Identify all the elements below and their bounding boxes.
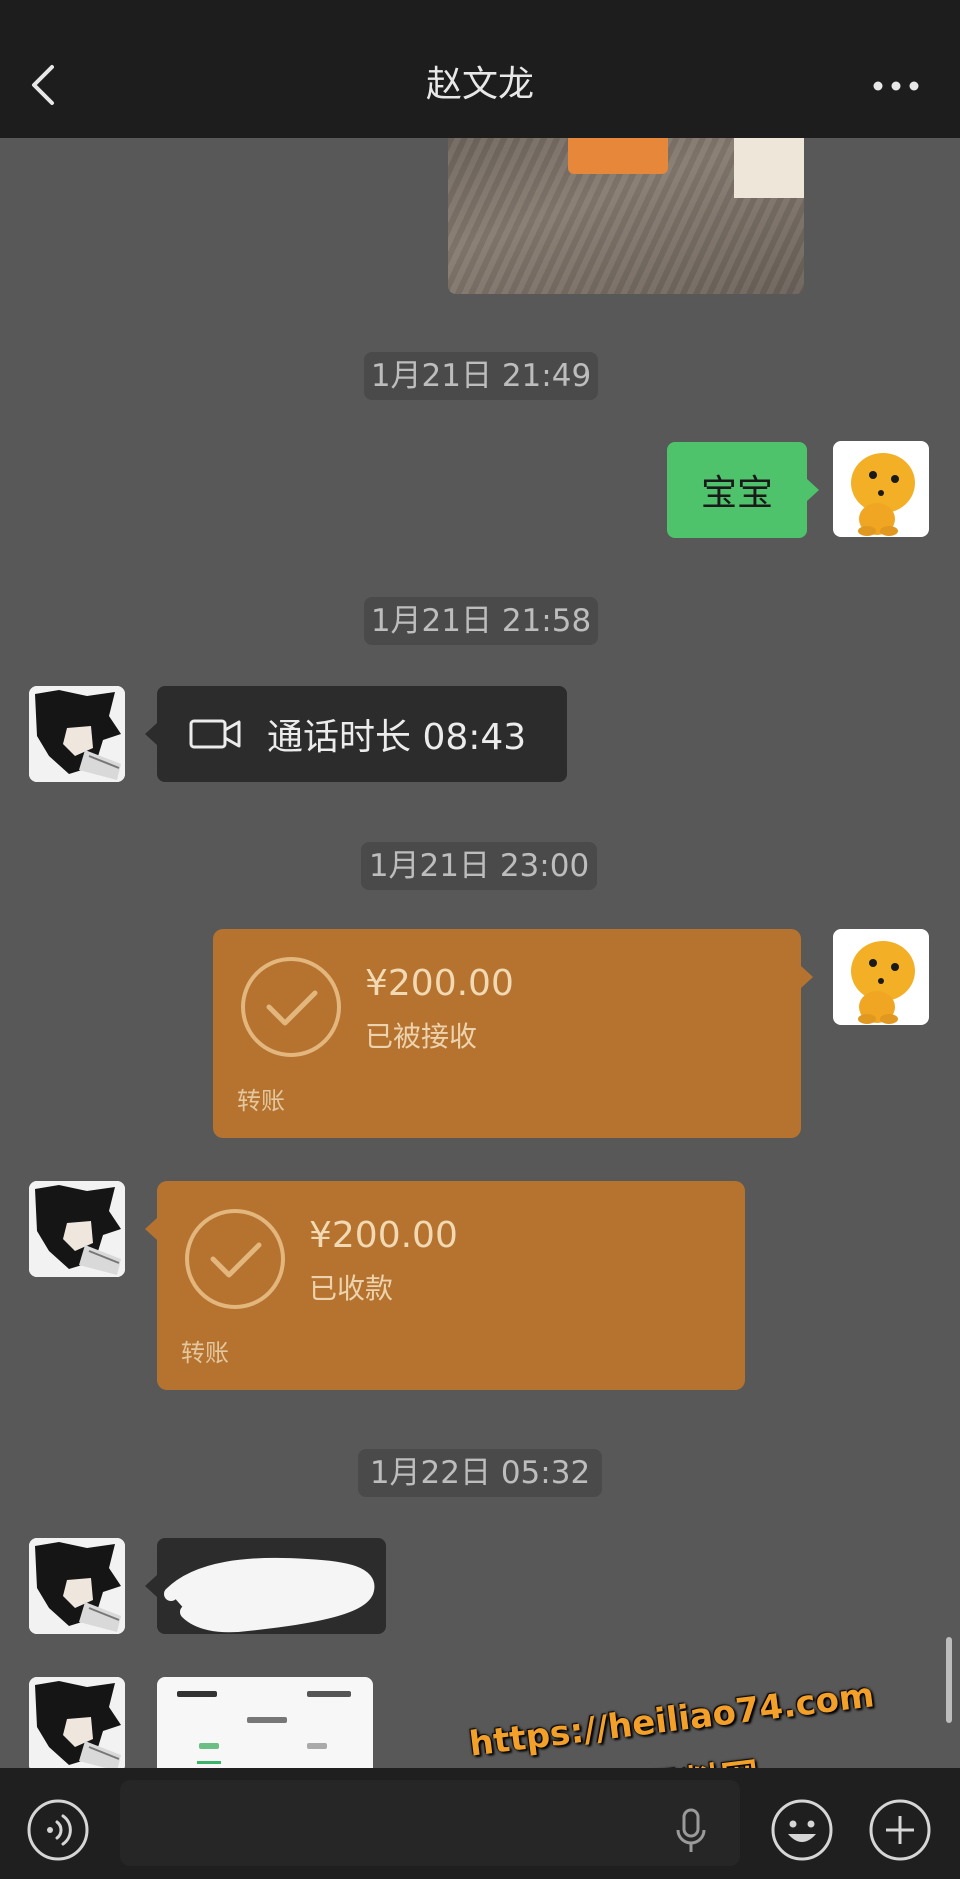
bubble-tail xyxy=(801,966,813,988)
anime-avatar-icon xyxy=(29,1538,125,1634)
thumb-signal xyxy=(307,1691,351,1697)
image-wall-detail xyxy=(734,138,804,198)
anime-avatar-icon xyxy=(29,686,125,782)
contact-avatar[interactable] xyxy=(29,686,125,782)
mascot-avatar-icon xyxy=(851,453,915,536)
watermark-url: https://heiliao74.com xyxy=(467,1675,877,1765)
more-dots-icon xyxy=(873,81,919,91)
plus-button[interactable] xyxy=(868,1798,932,1862)
image-object-detail xyxy=(568,138,668,174)
chat-title: 赵文龙 xyxy=(425,64,534,105)
transfer-amount: ¥200.00 xyxy=(309,1215,458,1256)
check-circle-icon xyxy=(185,1209,285,1309)
bubble-tail xyxy=(807,479,819,501)
transfer-label: 转账 xyxy=(181,1339,229,1367)
transfer-status: 已收款 xyxy=(309,1272,394,1305)
scrollbar[interactable] xyxy=(946,1637,952,1723)
call-duration-text: 通话时长 08:43 xyxy=(267,717,527,758)
bubble-tail xyxy=(145,1218,157,1240)
mascot-avatar-icon xyxy=(851,941,915,1024)
thumb-tab-active xyxy=(199,1743,219,1749)
image-message[interactable] xyxy=(448,138,804,294)
anime-avatar-icon xyxy=(29,1677,125,1773)
check-circle-icon xyxy=(241,957,341,1057)
bubble-tail xyxy=(145,723,157,745)
transfer-status: 已被接收 xyxy=(365,1020,478,1053)
bubble-tail xyxy=(145,1575,157,1597)
contact-avatar[interactable] xyxy=(29,1677,125,1773)
thumb-statusbar xyxy=(177,1691,217,1697)
timestamp: 1月22日 05:32 xyxy=(358,1449,602,1497)
transfer-card-sent[interactable]: ¥200.00 已被接收 转账 xyxy=(213,929,801,1138)
thumb-underline xyxy=(197,1761,221,1764)
message-input[interactable] xyxy=(120,1780,740,1866)
my-avatar[interactable] xyxy=(833,441,929,537)
mic-icon xyxy=(676,1808,706,1852)
transfer-label: 转账 xyxy=(237,1087,285,1115)
voice-toggle-icon xyxy=(27,1799,89,1861)
screenshot-image-message[interactable] xyxy=(157,1677,373,1768)
anime-avatar-icon xyxy=(29,1181,125,1277)
redaction-scribble xyxy=(164,1557,375,1633)
timestamp: 1月21日 21:58 xyxy=(364,597,598,645)
sent-text-bubble[interactable]: 宝宝 xyxy=(667,442,807,538)
my-avatar[interactable] xyxy=(833,929,929,1025)
timestamp: 1月21日 23:00 xyxy=(361,842,597,890)
redacted-text-bubble[interactable] xyxy=(157,1538,386,1634)
contact-avatar[interactable] xyxy=(29,1538,125,1634)
call-record-bubble[interactable]: 通话时长 08:43 xyxy=(157,686,567,782)
plus-icon xyxy=(869,1799,931,1861)
contact-avatar[interactable] xyxy=(29,1181,125,1277)
voice-toggle-button[interactable] xyxy=(26,1798,90,1862)
transfer-amount: ¥200.00 xyxy=(365,963,514,1004)
transfer-card-received[interactable]: ¥200.00 已收款 转账 xyxy=(157,1181,745,1390)
timestamp: 1月21日 21:49 xyxy=(364,352,598,400)
emoji-icon xyxy=(771,1799,833,1861)
sent-text: 宝宝 xyxy=(700,473,773,514)
thumb-title xyxy=(247,1717,287,1723)
video-call-icon xyxy=(189,719,241,749)
emoji-button[interactable] xyxy=(770,1798,834,1862)
more-button[interactable] xyxy=(866,66,926,106)
mic-button[interactable] xyxy=(674,1808,708,1856)
thumb-tab xyxy=(307,1743,327,1749)
